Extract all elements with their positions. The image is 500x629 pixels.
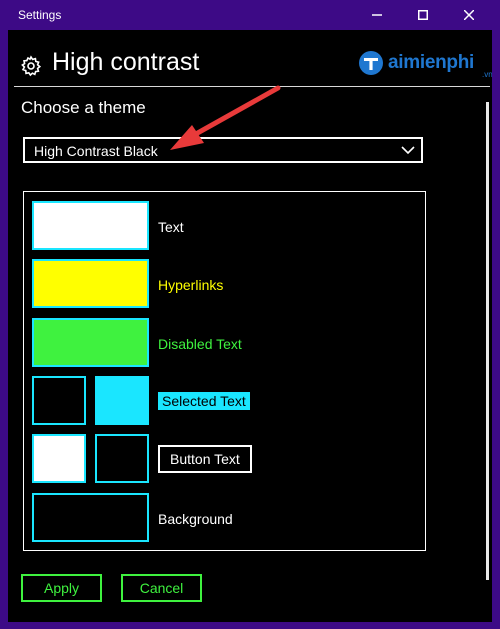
- text-color-swatch[interactable]: [32, 201, 149, 250]
- close-icon: [464, 10, 474, 20]
- hyperlink-color-label: Hyperlinks: [158, 277, 224, 293]
- window-title: Settings: [18, 8, 62, 22]
- watermark-suffix: .vn: [482, 70, 492, 79]
- selected-text-fg-swatch[interactable]: [32, 376, 86, 425]
- theme-dropdown[interactable]: High Contrast Black: [23, 137, 423, 163]
- apply-button[interactable]: Apply: [21, 574, 102, 602]
- settings-content: High contrast aimienphi .vn Choose a the…: [8, 30, 492, 622]
- background-color-swatch[interactable]: [32, 493, 149, 542]
- minimize-icon: [372, 14, 382, 16]
- disabled-text-color-label: Disabled Text: [158, 336, 242, 352]
- maximize-button[interactable]: [400, 0, 446, 30]
- watermark: aimienphi .vn: [358, 48, 492, 84]
- header-divider: [14, 86, 490, 87]
- maximize-icon: [418, 10, 428, 20]
- button-text-fg-swatch[interactable]: [32, 434, 86, 483]
- text-color-label: Text: [158, 219, 184, 235]
- window-controls: [354, 0, 492, 30]
- page-title: High contrast: [52, 48, 200, 76]
- button-text-label: Button Text: [158, 445, 252, 473]
- color-preview-panel: Text Hyperlinks Disabled Text Selected T…: [23, 191, 426, 551]
- selected-text-bg-swatch[interactable]: [95, 376, 149, 425]
- disabled-text-color-swatch[interactable]: [32, 318, 149, 367]
- chevron-down-icon: [401, 146, 415, 155]
- cancel-button[interactable]: Cancel: [121, 574, 202, 602]
- theme-dropdown-value: High Contrast Black: [34, 143, 158, 159]
- selected-text-label: Selected Text: [158, 392, 250, 410]
- watermark-brand: aimienphi: [388, 52, 474, 73]
- T-logo-icon: [359, 51, 383, 75]
- section-title: Choose a theme: [21, 98, 146, 117]
- vertical-scrollbar[interactable]: [486, 102, 489, 580]
- button-text-bg-swatch[interactable]: [95, 434, 149, 483]
- gear-icon: [21, 55, 42, 77]
- close-button[interactable]: [446, 0, 492, 30]
- hyperlink-color-swatch[interactable]: [32, 259, 149, 308]
- minimize-button[interactable]: [354, 0, 400, 30]
- title-bar: Settings: [0, 0, 500, 30]
- background-color-label: Background: [158, 511, 233, 527]
